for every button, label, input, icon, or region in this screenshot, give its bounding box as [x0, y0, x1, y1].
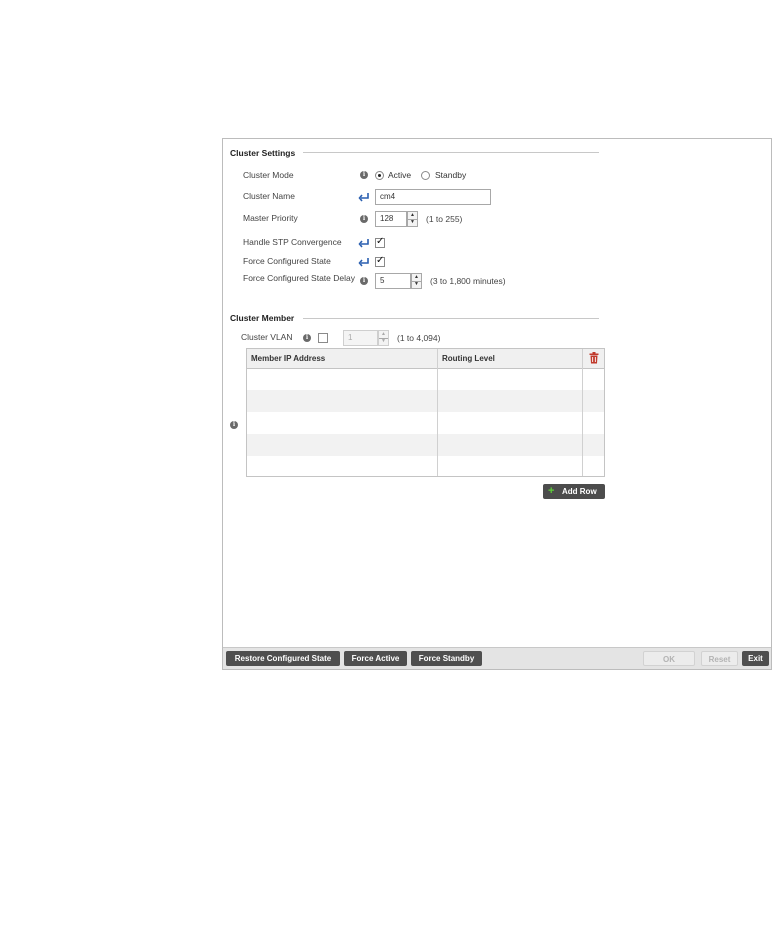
routing-level-column-header[interactable]: Routing Level	[442, 354, 495, 363]
restore-configured-state-button[interactable]: Restore Configured State	[226, 651, 340, 666]
handle-stp-label: Handle STP Convergence	[243, 237, 342, 247]
inherit-arrow-icon[interactable]	[358, 257, 370, 267]
force-configured-state-delay-hint: (3 to 1,800 minutes)	[430, 276, 506, 286]
cluster-member-table: Member IP Address Routing Level	[246, 348, 605, 477]
force-standby-button[interactable]: Force Standby	[411, 651, 482, 666]
cluster-vlan-hint: (1 to 4,094)	[397, 333, 441, 343]
member-ip-column-header[interactable]: Member IP Address	[251, 354, 325, 363]
master-priority-row: Master Priority i 128 ▲ ▼ (1 to 255)	[243, 211, 603, 229]
add-row-button[interactable]: + Add Row	[543, 484, 605, 499]
cluster-name-input[interactable]: cm4	[375, 189, 491, 205]
force-configured-state-checkbox[interactable]	[375, 255, 385, 267]
cluster-vlan-input[interactable]: 1	[343, 330, 378, 346]
trash-icon[interactable]	[589, 352, 599, 364]
info-icon[interactable]: i	[303, 334, 311, 342]
spinner-down-icon[interactable]: ▼	[408, 219, 417, 226]
table-row[interactable]	[247, 412, 604, 434]
info-icon[interactable]: i	[230, 421, 238, 429]
cluster-mode-active-radio[interactable]	[375, 171, 384, 180]
column-divider	[437, 349, 438, 476]
master-priority-spinner[interactable]: ▲ ▼	[407, 211, 418, 227]
footer-button-bar: Restore Configured State Force Active Fo…	[223, 647, 771, 669]
table-row[interactable]	[247, 390, 604, 412]
handle-stp-checkbox[interactable]	[375, 236, 385, 248]
cluster-vlan-row: Cluster VLAN i 1 ▲ ▼ (1 to 4,094)	[241, 330, 601, 348]
inherit-arrow-icon[interactable]	[358, 238, 370, 248]
cluster-name-label: Cluster Name	[243, 191, 295, 201]
master-priority-hint: (1 to 255)	[426, 214, 463, 224]
spinner-down-icon[interactable]: ▼	[412, 281, 421, 288]
cluster-settings-title: Cluster Settings	[230, 148, 296, 158]
cluster-name-row: Cluster Name cm4	[243, 189, 603, 207]
cluster-mode-active-label: Active	[388, 170, 412, 180]
inherit-arrow-icon[interactable]	[358, 192, 370, 202]
cluster-settings-divider	[303, 152, 599, 153]
cluster-dialog: Cluster Settings Cluster Mode i Active S…	[222, 138, 772, 670]
cluster-vlan-label: Cluster VLAN	[241, 332, 293, 342]
spinner-down-icon[interactable]: ▼	[379, 338, 388, 345]
info-icon[interactable]: i	[360, 171, 368, 179]
master-priority-label: Master Priority	[243, 213, 298, 223]
exit-button[interactable]: Exit	[742, 651, 769, 666]
master-priority-input[interactable]: 128	[375, 211, 407, 227]
info-icon[interactable]: i	[360, 277, 368, 285]
cluster-mode-standby-radio[interactable]	[421, 171, 430, 180]
cluster-vlan-checkbox[interactable]	[318, 333, 328, 343]
cluster-member-title: Cluster Member	[230, 313, 295, 323]
table-row[interactable]	[247, 434, 604, 456]
force-configured-state-delay-input[interactable]: 5	[375, 273, 411, 289]
cluster-mode-standby-label: Standby	[435, 170, 467, 180]
plus-icon: +	[548, 485, 555, 497]
add-row-label: Add Row	[562, 487, 597, 496]
ok-button[interactable]: OK	[643, 651, 695, 666]
column-divider	[582, 349, 583, 476]
force-configured-state-delay-label: Force Configured State Delay	[243, 273, 355, 283]
handle-stp-row: Handle STP Convergence	[243, 235, 603, 253]
force-configured-state-row: Force Configured State	[243, 254, 603, 272]
force-configured-state-delay-spinner[interactable]: ▲ ▼	[411, 273, 422, 289]
cluster-vlan-spinner[interactable]: ▲ ▼	[378, 330, 389, 346]
reset-button[interactable]: Reset	[701, 651, 738, 666]
force-active-button[interactable]: Force Active	[344, 651, 407, 666]
force-configured-state-delay-row: Force Configured State Delay i 5 ▲ ▼ (3 …	[243, 271, 603, 289]
table-row[interactable]	[247, 368, 604, 390]
force-configured-state-label: Force Configured State	[243, 256, 331, 266]
cluster-mode-label: Cluster Mode	[243, 170, 294, 180]
table-row[interactable]	[247, 456, 604, 476]
cluster-mode-row: Cluster Mode i Active Standby	[243, 168, 603, 186]
info-icon[interactable]: i	[360, 215, 368, 223]
cluster-member-divider	[303, 318, 599, 319]
table-header: Member IP Address Routing Level	[247, 349, 604, 369]
